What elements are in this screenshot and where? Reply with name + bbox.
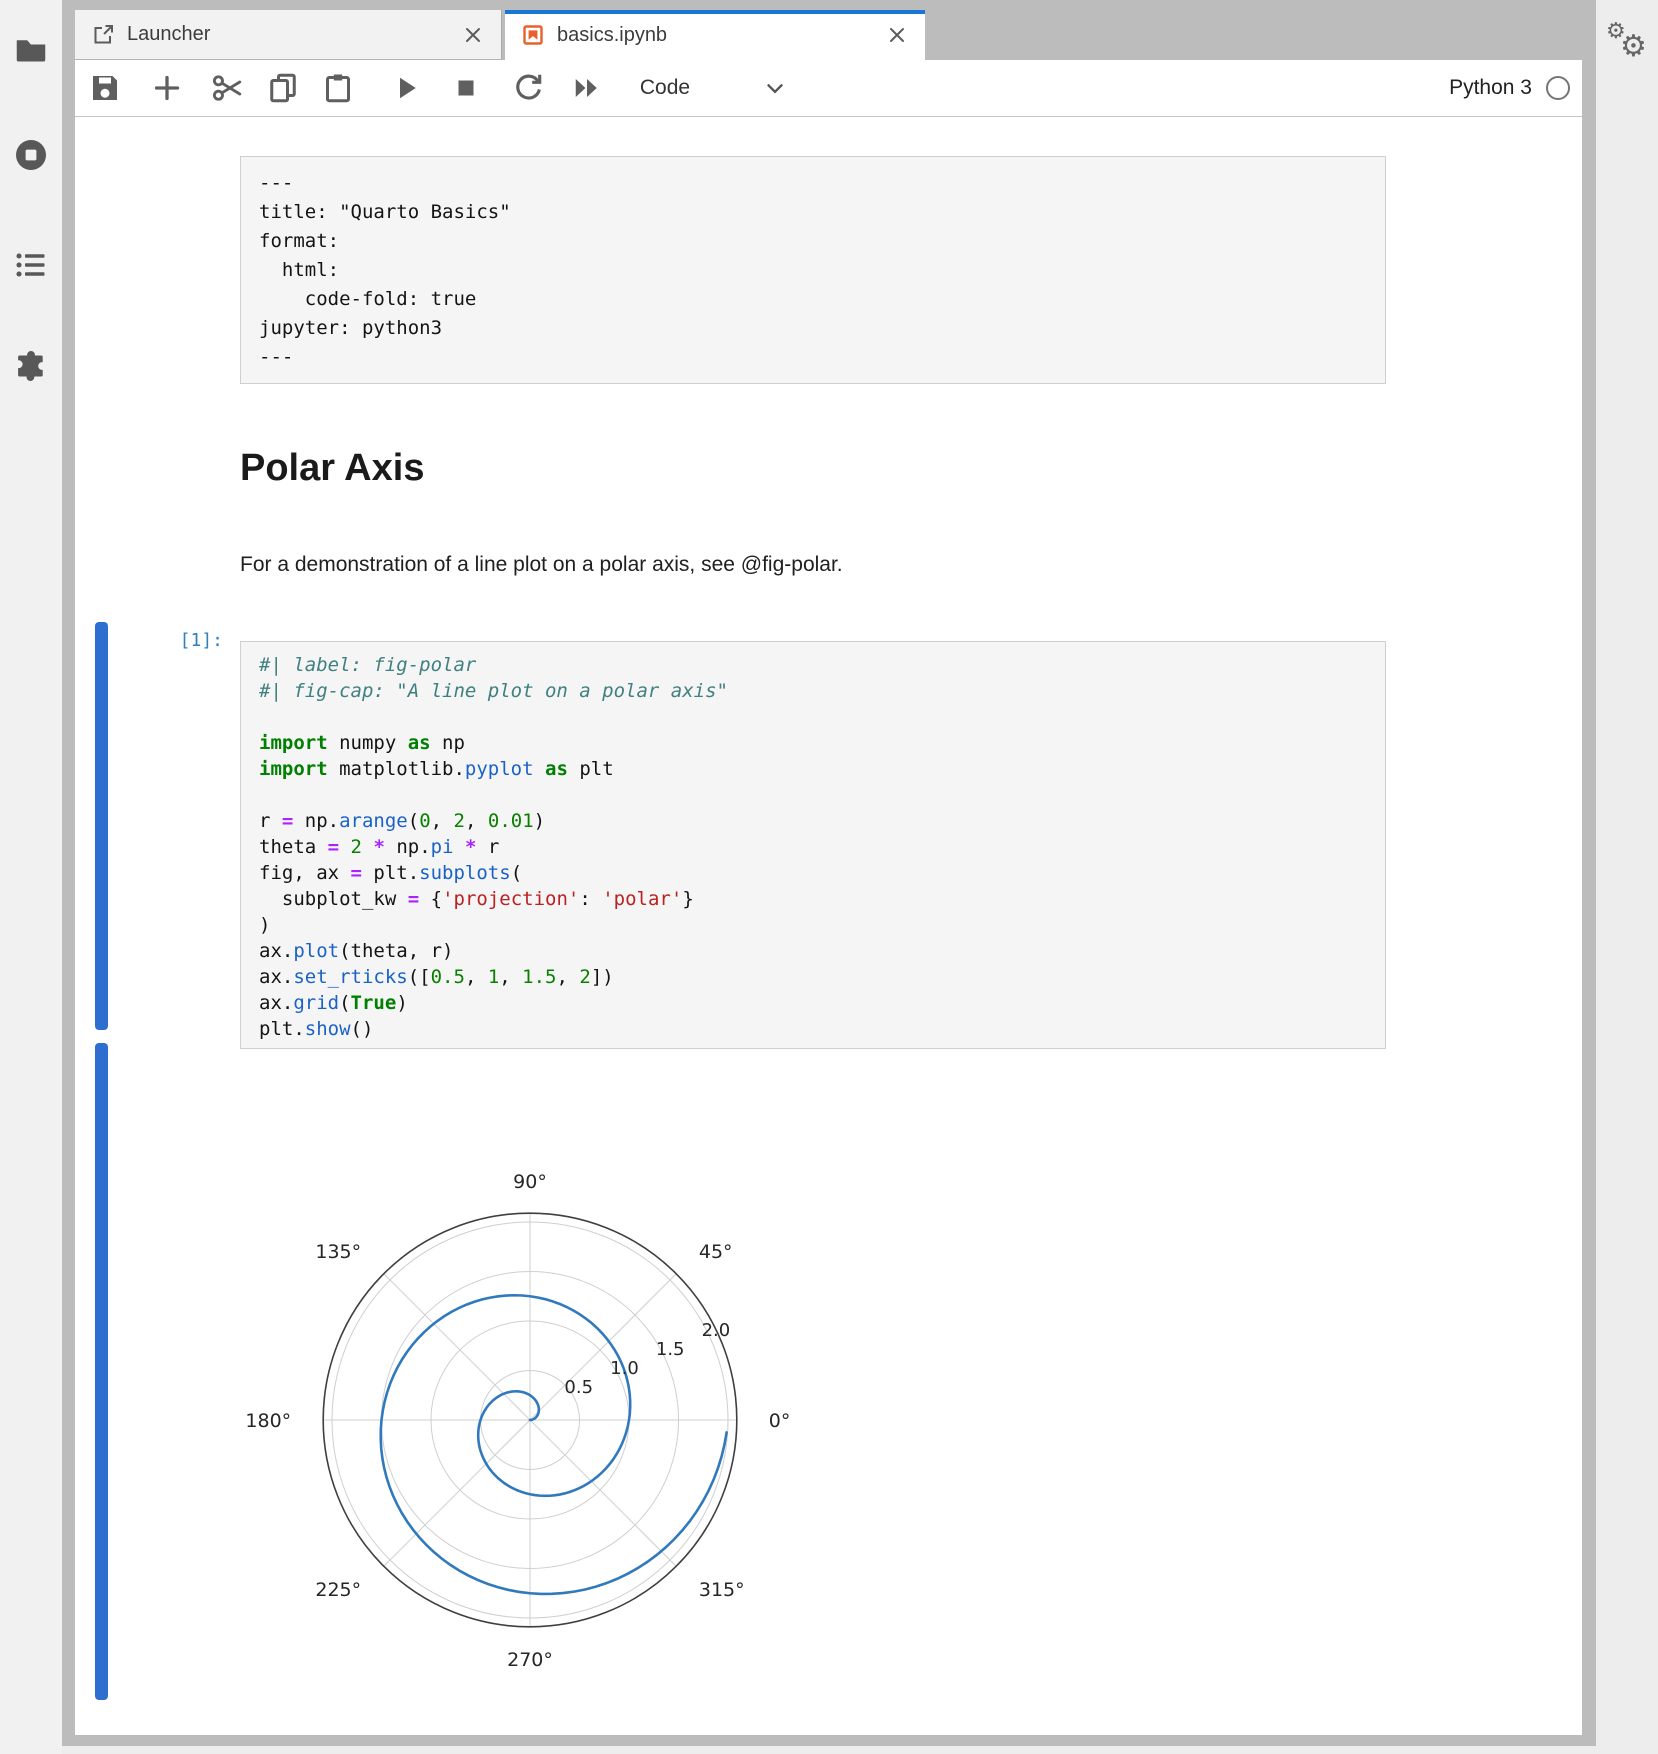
launcher-icon [91,23,115,47]
svg-text:0.5: 0.5 [564,1377,593,1398]
svg-text:0°: 0° [769,1410,791,1432]
right-sidebar: ⚙ ⚙ [1596,0,1658,1754]
list-icon[interactable] [13,247,49,283]
screen: { "window": { "tabs": [ {"label": "Launc… [0,0,1658,1754]
svg-text:2.0: 2.0 [702,1320,731,1341]
restart-run-all-icon[interactable] [569,70,605,106]
notebook-icon [521,23,545,47]
cell-type-dropdown[interactable]: Code [620,70,788,106]
tab-label: basics.ipynb [557,24,885,47]
svg-text:1.0: 1.0 [610,1358,639,1379]
cell-type-label: Code [620,76,710,100]
insert-cell-icon[interactable] [149,70,185,106]
folder-icon[interactable] [13,32,49,68]
cut-icon[interactable] [209,70,245,106]
tab-bar: Launcher basics.ipynb [75,10,1582,60]
svg-text:135°: 135° [315,1241,361,1263]
kernel-status-icon[interactable] [1546,76,1570,100]
paste-icon[interactable] [320,70,356,106]
active-tab-accent [505,10,925,14]
restart-kernel-icon[interactable] [510,70,546,106]
tab-label: Launcher [127,23,461,46]
svg-text:315°: 315° [699,1579,745,1601]
kernel-name[interactable]: Python 3 [1449,76,1532,100]
close-icon[interactable] [461,23,485,47]
stop-icon[interactable] [448,70,484,106]
tab-launcher[interactable]: Launcher [75,10,502,60]
tab-basics-ipynb[interactable]: basics.ipynb [505,10,925,60]
svg-text:45°: 45° [699,1241,733,1263]
save-icon[interactable] [87,70,123,106]
kernel-indicator: Python 3 [1449,70,1570,106]
cell-output-figure: 0° 45° 90° 135° 180° 225° 270° 315° 0.5 1.0 1.5 2.0 [245,1043,865,1693]
gears-icon[interactable]: ⚙ ⚙ [1604,20,1652,68]
left-sidebar [0,0,62,1754]
code-editor[interactable]: #| label: fig-polar #| fig-cap: "A line … [240,641,1386,1049]
markdown-heading: Polar Axis [240,445,424,491]
stop-circle-icon[interactable] [13,137,49,173]
notebook-panel: --- title: "Quarto Basics" format: html:… [75,117,1582,1735]
chevron-down-icon [762,75,788,101]
close-icon[interactable] [885,23,909,47]
jupyterlab-window: Launcher basics.ipynb [62,0,1596,1746]
svg-text:1.5: 1.5 [656,1339,685,1360]
svg-text:225°: 225° [315,1579,361,1601]
execution-count: [1]: [105,630,223,651]
puzzle-icon[interactable] [13,348,49,384]
raw-yaml-cell[interactable]: --- title: "Quarto Basics" format: html:… [240,156,1386,384]
svg-text:180°: 180° [245,1410,291,1432]
svg-text:90°: 90° [513,1171,547,1193]
output-collapser[interactable] [95,1043,108,1700]
markdown-paragraph: For a demonstration of a line plot on a … [240,551,843,578]
input-collapser[interactable] [95,622,108,1030]
notebook-toolbar: Code Python 3 [75,60,1582,117]
run-icon[interactable] [388,70,424,106]
copy-icon[interactable] [265,70,301,106]
svg-text:270°: 270° [507,1649,553,1671]
polar-plot: 0° 45° 90° 135° 180° 225° 270° 315° 0.5 1.0 1.5 2.0 [245,1043,865,1693]
